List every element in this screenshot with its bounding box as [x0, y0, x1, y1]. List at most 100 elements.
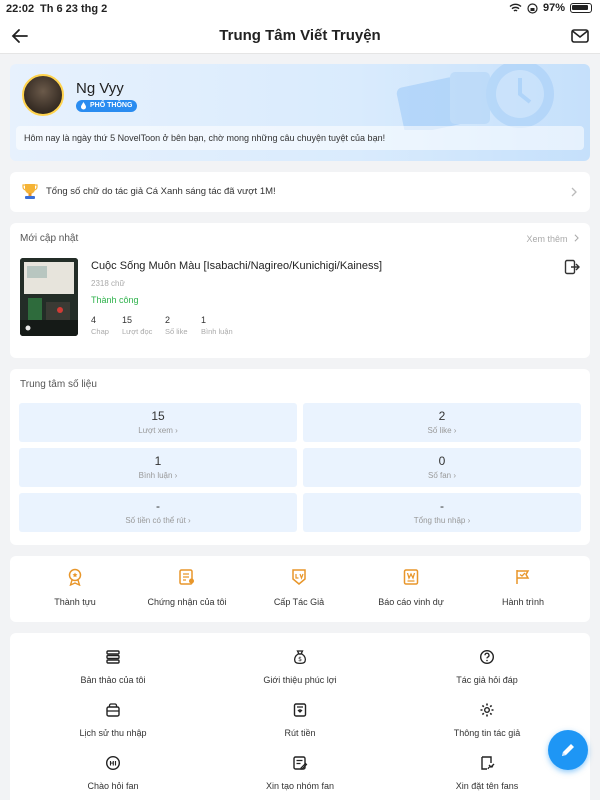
quick-link-label: Báo cáo vinh dự — [378, 597, 444, 607]
menu-item-label: Chào hỏi fan — [87, 781, 139, 791]
writing-decoration-icon — [396, 64, 554, 130]
menu-item-author-qa[interactable]: Tác giả hỏi đáp — [412, 649, 562, 685]
tile-fans[interactable]: 0 Số fan › — [303, 448, 581, 487]
tile-value: - — [156, 499, 160, 513]
stat-value: 2 — [165, 315, 171, 325]
milestone-text: Tổng số chữ do tác giả Cá Xanh sáng tác … — [46, 186, 276, 197]
quick-links-card: Thành tựu Chứng nhận của tôi Cấp Tác Giả… — [10, 556, 590, 622]
chevron-right-icon — [574, 234, 579, 242]
section-title-data: Trung tâm số liệu — [20, 379, 97, 390]
level-badge-label: PHỔ THÔNG — [90, 102, 133, 109]
menu-item-benefits[interactable]: $ Giới thiệu phúc lợi — [225, 649, 375, 685]
menu-item-label: Bản thảo của tôi — [80, 675, 146, 685]
svg-text:HI: HI — [109, 760, 116, 767]
stack-icon — [106, 650, 120, 664]
data-center-card: Trung tâm số liệu 15 Lượt xem › 2 Số lik… — [10, 369, 590, 545]
chevron-right-icon — [571, 187, 577, 197]
honor-report-icon — [403, 569, 419, 585]
user-name: Ng Vyy — [76, 80, 124, 97]
menu-item-greet-fans[interactable]: HI Chào hỏi fan — [38, 755, 188, 791]
stat-label: Lượt đọc — [122, 327, 153, 336]
question-icon — [479, 649, 495, 665]
menu-item-label: Giới thiệu phúc lợi — [263, 675, 337, 685]
tile-label: Lượt xem — [138, 426, 173, 435]
menu-item-my-drafts[interactable]: Bản thảo của tôi — [38, 649, 188, 685]
menu-item-label: Xin đặt tên fans — [455, 781, 519, 791]
book-cover[interactable] — [20, 258, 78, 336]
recent-updates-card: Mới cập nhật Xem thêm Cuộc Sống Muôn Màu… — [10, 223, 590, 358]
wallet-icon — [106, 703, 120, 717]
stat-value: 15 — [122, 315, 133, 325]
tile-comments[interactable]: 1 Bình luận › — [19, 448, 297, 487]
menu-item-author-info[interactable]: Thông tin tác giả — [412, 702, 562, 738]
top-nav-bar: Trung Tâm Viết Truyện — [0, 18, 600, 54]
quick-link-label: Hành trình — [501, 597, 545, 607]
profile-card: Ng Vyy PHỔ THÔNG Hôm nay là ngày thứ 5 N… — [10, 64, 590, 161]
level-badge: PHỔ THÔNG — [76, 100, 138, 112]
quick-link-label: Cấp Tác Giả — [273, 597, 325, 607]
tile-value: 2 — [438, 409, 446, 423]
book-stat-reads: 15 Lượt đọc — [122, 315, 152, 336]
menu-item-create-fan-group[interactable]: Xin tạo nhóm fan — [225, 755, 375, 791]
stat-label: Chap — [91, 327, 109, 336]
write-fab-button[interactable] — [548, 730, 588, 770]
book-cover-image — [20, 258, 78, 336]
pencil-icon — [562, 744, 574, 756]
section-title-recent: Mới cập nhật — [20, 233, 79, 244]
see-more-label: Xem thêm — [526, 234, 568, 244]
tile-total-income[interactable]: - Tổng thu nhập › — [303, 493, 581, 532]
drop-icon — [81, 102, 86, 110]
avatar[interactable] — [22, 74, 64, 116]
withdraw-icon — [293, 703, 307, 717]
menu-item-name-fans[interactable]: Xin đặt tên fans — [412, 755, 562, 791]
form-icon — [293, 756, 308, 770]
status-date: Th 6 23 thg 2 — [40, 3, 108, 15]
stat-label: Số like — [165, 327, 188, 336]
book-stat-comments: 1 Bình luận — [201, 315, 233, 336]
certificate-icon — [179, 569, 194, 585]
tile-value: 15 — [151, 409, 165, 423]
menu-item-income-history[interactable]: Lịch sử thu nhập — [38, 702, 188, 738]
quick-link-journey[interactable]: Hành trình — [468, 568, 578, 607]
money-bag-icon: $ — [293, 650, 307, 665]
page-title: Trung Tâm Viết Truyện — [219, 27, 381, 44]
wifi-icon — [509, 3, 522, 12]
see-more-link[interactable]: Xem thêm — [526, 234, 580, 244]
book-status: Thành công — [91, 295, 139, 305]
tile-withdrawable[interactable]: - Số tiền có thể rút › — [19, 493, 297, 532]
welcome-message: Hôm nay là ngày thứ 5 NovelToon ở bên bạ… — [16, 126, 584, 150]
tile-label: Bình luận — [138, 471, 173, 480]
level-icon — [292, 569, 306, 585]
mail-icon[interactable] — [570, 26, 590, 46]
tile-views[interactable]: 15 Lượt xem › — [19, 403, 297, 442]
tile-value: - — [440, 499, 444, 513]
tile-likes[interactable]: 2 Số like › — [303, 403, 581, 442]
open-editor-icon[interactable] — [564, 259, 580, 275]
menu-item-label: Rút tiền — [284, 728, 316, 738]
trophy-icon — [22, 184, 38, 199]
quick-link-author-level[interactable]: Cấp Tác Giả — [244, 568, 354, 607]
journey-icon — [516, 570, 530, 584]
menu-item-label: Thông tin tác giả — [453, 728, 521, 738]
menu-item-withdraw[interactable]: Rút tiền — [225, 702, 375, 738]
tile-label: Số like — [427, 426, 452, 435]
quick-link-label: Thành tựu — [54, 597, 96, 607]
book-title[interactable]: Cuộc Sống Muôn Màu [Isabachi/Nagireo/Kun… — [91, 260, 382, 272]
menu-item-label: Tác giả hỏi đáp — [456, 675, 518, 685]
quick-link-honor-report[interactable]: Báo cáo vinh dự — [356, 568, 466, 607]
quick-link-certificates[interactable]: Chứng nhận của tôi — [132, 568, 242, 607]
stat-value: 1 — [201, 315, 207, 325]
tile-label: Số tiền có thể rút — [125, 516, 186, 525]
menu-item-label: Lịch sử thu nhập — [79, 728, 147, 738]
tile-value: 1 — [154, 454, 162, 468]
medal-icon — [68, 568, 82, 587]
stat-label: Bình luận — [201, 327, 233, 336]
status-time: 22:02 — [6, 3, 35, 15]
name-tag-icon — [481, 756, 495, 770]
battery-icon — [570, 3, 592, 13]
milestone-notice[interactable]: Tổng số chữ do tác giả Cá Xanh sáng tác … — [10, 172, 590, 212]
status-bar: 22:02 Th 6 23 thg 2 97% — [0, 0, 600, 18]
menu-item-label: Xin tạo nhóm fan — [265, 781, 335, 791]
quick-link-achievements[interactable]: Thành tựu — [20, 568, 130, 607]
stat-value: 4 — [91, 315, 97, 325]
